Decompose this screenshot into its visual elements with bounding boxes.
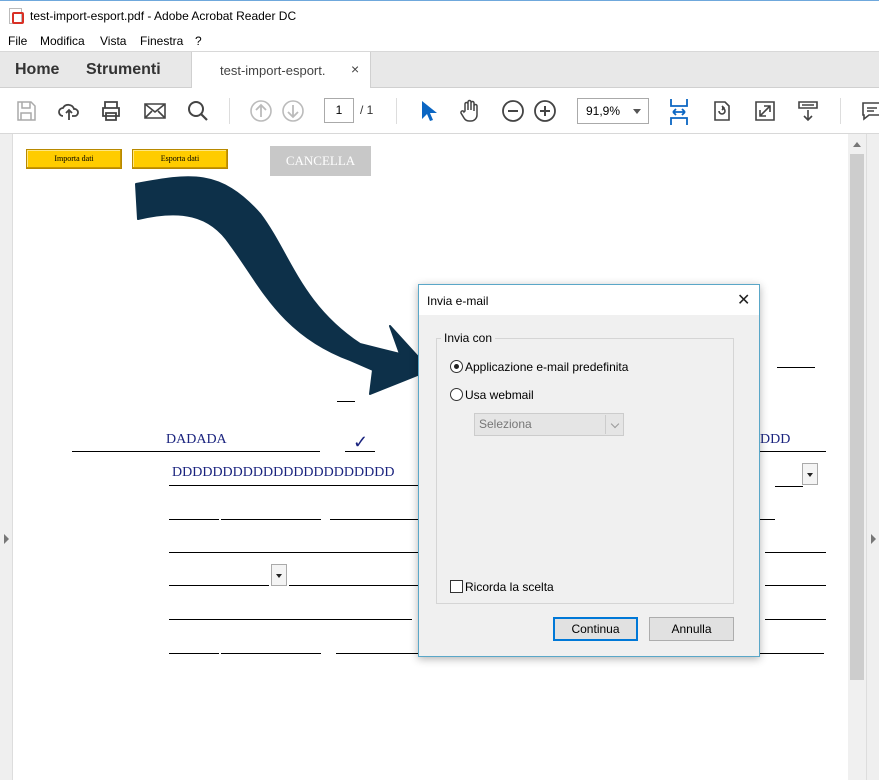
zoom-out-icon[interactable] [501, 99, 525, 123]
chevron-down-icon [633, 109, 641, 114]
form-line [777, 367, 815, 368]
title-bar: test-import-esport.pdf - Adobe Acrobat R… [0, 0, 879, 31]
field-dddd[interactable]: DDDDDDDDDDDDDDDDDDDDDD [172, 465, 394, 481]
form-line [169, 653, 219, 654]
fit-page-icon[interactable] [667, 97, 691, 127]
form-line [775, 486, 803, 487]
close-icon[interactable]: ✕ [737, 290, 750, 310]
group-label: Invia con [441, 331, 496, 345]
toolbar-separator [396, 98, 397, 124]
toolbar-separator [840, 98, 841, 124]
rotate-icon[interactable] [710, 99, 734, 123]
webmail-select-value: Seleziona [479, 417, 532, 431]
tab-tools[interactable]: Strumenti [86, 61, 161, 79]
menu-file[interactable]: File [8, 34, 27, 48]
scrollbar-thumb[interactable] [850, 154, 864, 680]
form-line [221, 653, 321, 654]
scroll-mode-icon[interactable] [796, 99, 820, 123]
select-separator [605, 415, 606, 434]
form-line [760, 653, 824, 654]
cloud-upload-icon[interactable] [57, 99, 81, 123]
tab-close-icon[interactable]: × [351, 61, 359, 77]
send-email-dialog: Invia e-mail ✕ Invia con Applicazione e-… [418, 284, 760, 657]
remember-checkbox[interactable] [450, 580, 463, 593]
page-up-icon[interactable] [249, 99, 273, 123]
expand-left-icon [4, 534, 9, 544]
form-line [330, 519, 420, 520]
send-with-group [436, 338, 734, 604]
toolbar-separator [229, 98, 230, 124]
cancel-button[interactable]: Annulla [649, 617, 734, 641]
zoom-in-icon[interactable] [533, 99, 557, 123]
hand-icon[interactable] [458, 99, 482, 123]
page-down-icon[interactable] [281, 99, 305, 123]
menu-help[interactable]: ? [195, 34, 202, 48]
pdf-file-icon [9, 8, 24, 24]
form-line [169, 619, 412, 620]
right-panel-toggle[interactable] [866, 134, 879, 780]
form-line [760, 451, 826, 452]
fullscreen-icon[interactable] [753, 99, 777, 123]
form-line [221, 519, 321, 520]
expand-right-icon [871, 534, 876, 544]
checkmark-icon[interactable]: ✓ [353, 432, 368, 453]
dialog-title: Invia e-mail [427, 294, 489, 308]
form-line [169, 519, 219, 520]
form-line [765, 585, 826, 586]
chevron-down-icon [610, 419, 620, 429]
form-line [336, 653, 420, 654]
form-dropdown-button[interactable] [802, 463, 818, 485]
left-panel-toggle[interactable] [0, 134, 13, 780]
form-field-underline [72, 451, 320, 452]
radio-webmail-label[interactable]: Usa webmail [465, 388, 534, 402]
field-dadada[interactable]: DADADA [166, 432, 227, 448]
menu-modifica[interactable]: Modifica [40, 34, 85, 48]
tab-document-label: test-import-esport. [220, 63, 326, 78]
radio-default-app-label[interactable]: Applicazione e-mail predefinita [465, 360, 628, 374]
tab-bar: Home Strumenti test-import-esport. × [0, 51, 879, 89]
menu-bar: File Modifica Vista Finestra ? [0, 31, 879, 51]
form-dropdown-button[interactable] [271, 564, 287, 586]
form-line [169, 585, 269, 586]
form-line [169, 552, 419, 553]
print-icon[interactable] [99, 99, 123, 123]
radio-default-app[interactable] [450, 360, 463, 373]
export-data-button[interactable]: Esporta dati [132, 149, 228, 169]
form-line [760, 519, 775, 520]
menu-vista[interactable]: Vista [100, 34, 126, 48]
dialog-title-bar: Invia e-mail ✕ [419, 285, 759, 315]
field-ddd-right[interactable]: DDD [760, 432, 790, 448]
form-line [289, 585, 419, 586]
radio-webmail[interactable] [450, 388, 463, 401]
scroll-up-icon[interactable] [853, 142, 861, 147]
mail-icon[interactable] [143, 99, 167, 123]
vertical-scrollbar[interactable] [848, 134, 866, 780]
tab-home[interactable]: Home [15, 61, 59, 79]
import-data-button[interactable]: Importa dati [26, 149, 122, 169]
zoom-select[interactable]: 91,9% [577, 98, 649, 124]
select-cursor-icon[interactable] [416, 99, 440, 123]
comment-icon[interactable] [860, 99, 879, 123]
zoom-value: 91,9% [586, 104, 621, 118]
form-line [345, 451, 375, 452]
toolbar: 1 / 1 91,9% [0, 88, 879, 134]
form-line [765, 552, 826, 553]
page-total: / 1 [360, 103, 374, 117]
form-line [337, 401, 355, 402]
cancel-form-button[interactable]: CANCELLA [270, 146, 371, 176]
menu-finestra[interactable]: Finestra [140, 34, 183, 48]
form-line [765, 619, 826, 620]
webmail-select: Seleziona [474, 413, 624, 436]
remember-label[interactable]: Ricorda la scelta [465, 580, 554, 594]
window-title: test-import-esport.pdf - Adobe Acrobat R… [30, 9, 297, 23]
page-number-input[interactable]: 1 [324, 98, 354, 123]
tab-document[interactable]: test-import-esport. × [191, 52, 371, 89]
form-field-underline [169, 485, 419, 486]
search-icon[interactable] [186, 99, 210, 123]
arrow-annotation [135, 176, 431, 395]
save-icon[interactable] [14, 99, 38, 123]
continue-button[interactable]: Continua [553, 617, 638, 641]
